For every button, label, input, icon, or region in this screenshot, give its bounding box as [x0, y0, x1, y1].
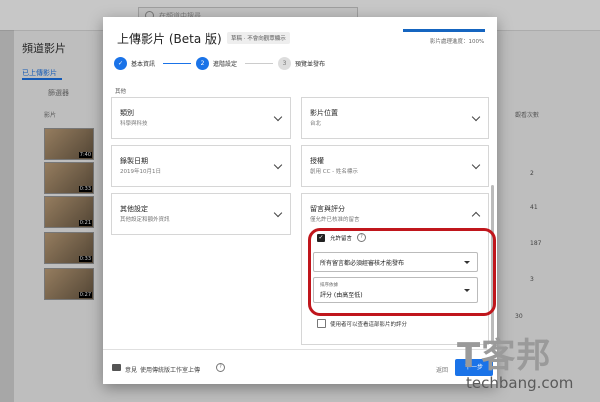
- processing-progress-bar: [403, 29, 485, 32]
- chevron-down-icon: [273, 208, 283, 218]
- other-settings-card[interactable]: 其他設定 其他設定和額外資訊: [111, 193, 291, 235]
- show-ratings-label: 使用者可以查看這部影片的評分: [330, 322, 408, 328]
- check-icon: ✓: [114, 57, 127, 70]
- video-location-card[interactable]: 影片位置 台北: [301, 97, 489, 139]
- legacy-upload-link[interactable]: 使用傳統版工作室上傳: [140, 365, 200, 374]
- chevron-down-icon: [471, 112, 481, 122]
- step-connector: [163, 63, 191, 64]
- card-value: 其他設定和額外資訊: [120, 217, 170, 223]
- step-number: 2: [196, 57, 209, 70]
- recording-date-card[interactable]: 錄製日期 2019年10月1日: [111, 145, 291, 187]
- step-label: 基本資訊: [131, 61, 156, 68]
- card-title: 錄製日期: [120, 157, 148, 165]
- processing-progress-fill: [403, 29, 485, 32]
- upload-dialog: 上傳影片 (Beta 版) 草稿 · 不會向觀眾顯示 影片處理進度：100% ✓…: [103, 17, 497, 384]
- feedback-link[interactable]: 意見: [125, 365, 137, 374]
- section-label-other: 其他: [115, 89, 127, 95]
- card-value: 台北: [310, 121, 322, 127]
- card-value: 科學與科技: [120, 121, 148, 127]
- card-value: 創用 CC - 姓名標示: [310, 169, 358, 175]
- dialog-title: 上傳影片 (Beta 版): [117, 32, 222, 46]
- help-icon[interactable]: ?: [216, 363, 225, 372]
- card-value: 2019年10月1日: [120, 169, 161, 175]
- step-label: 預覽並發布: [295, 61, 326, 68]
- feedback-icon[interactable]: [112, 364, 121, 371]
- card-value: 僅允許已核准的留言: [310, 217, 360, 223]
- card-title: 其他設定: [120, 205, 148, 213]
- card-title: 類別: [120, 109, 134, 117]
- card-title: 授權: [310, 157, 324, 165]
- annotation-highlight: [308, 228, 496, 316]
- processing-progress-text: 影片處理進度：100%: [430, 39, 485, 45]
- category-card[interactable]: 類別 科學與科技: [111, 97, 291, 139]
- dialog-footer-divider: [103, 349, 497, 350]
- step-label: 進階設定: [213, 61, 238, 68]
- license-card[interactable]: 授權 創用 CC - 姓名標示: [301, 145, 489, 187]
- back-button[interactable]: 返回: [436, 365, 448, 374]
- show-ratings-checkbox[interactable]: [317, 319, 326, 328]
- watermark-logo: T客邦: [457, 336, 552, 376]
- chevron-down-icon: [273, 112, 283, 122]
- card-title: 留言與評分: [310, 205, 345, 213]
- chevron-up-icon[interactable]: [471, 211, 481, 221]
- chevron-down-icon: [273, 160, 283, 170]
- draft-badge: 草稿 · 不會向觀眾顯示: [227, 32, 290, 44]
- watermark-url: techbang.com: [466, 374, 574, 392]
- chevron-down-icon: [471, 160, 481, 170]
- step-connector: [245, 63, 273, 64]
- card-title: 影片位置: [310, 109, 338, 117]
- step-number: 3: [278, 57, 291, 70]
